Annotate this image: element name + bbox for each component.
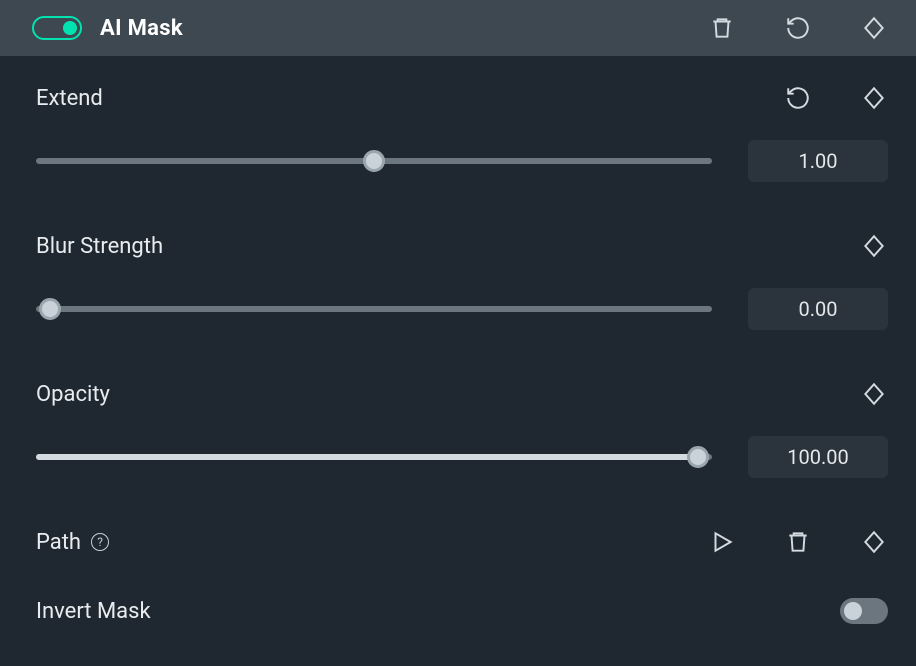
blur-slider-thumb[interactable]	[39, 298, 61, 320]
opacity-slider[interactable]	[36, 454, 712, 460]
blur-control: Blur Strength 0.00	[36, 232, 888, 330]
opacity-value[interactable]: 100.00	[748, 436, 888, 478]
panel-title: AI Mask	[100, 16, 183, 41]
extend-value[interactable]: 1.00	[748, 140, 888, 182]
keyframe-icon[interactable]	[860, 14, 888, 42]
opacity-slider-thumb[interactable]	[687, 446, 709, 468]
reset-icon[interactable]	[784, 14, 812, 42]
invert-toggle-knob	[844, 602, 862, 620]
opacity-keyframe-icon[interactable]	[860, 380, 888, 408]
blur-keyframe-icon[interactable]	[860, 232, 888, 260]
path-play-icon[interactable]	[708, 528, 736, 556]
extend-slider-thumb[interactable]	[363, 150, 385, 172]
opacity-label: Opacity	[36, 382, 110, 407]
toggle-knob	[63, 21, 77, 35]
panel-body: Extend 1.00 Blur Strength	[0, 56, 916, 624]
extend-slider[interactable]	[36, 158, 712, 164]
extend-control: Extend 1.00	[36, 84, 888, 182]
invert-label: Invert Mask	[36, 599, 151, 624]
extend-keyframe-icon[interactable]	[860, 84, 888, 112]
blur-label: Blur Strength	[36, 234, 163, 259]
path-label-wrap: Path ?	[36, 530, 109, 555]
opacity-control: Opacity 100.00	[36, 380, 888, 478]
path-help-icon[interactable]: ?	[91, 533, 109, 551]
extend-reset-icon[interactable]	[784, 84, 812, 112]
header-actions	[708, 14, 888, 42]
panel-header: AI Mask	[0, 0, 916, 56]
path-keyframe-icon[interactable]	[860, 528, 888, 556]
blur-slider[interactable]	[36, 306, 712, 312]
invert-toggle[interactable]	[840, 598, 888, 624]
extend-label: Extend	[36, 86, 103, 111]
delete-icon[interactable]	[708, 14, 736, 42]
blur-value[interactable]: 0.00	[748, 288, 888, 330]
path-control: Path ?	[36, 528, 888, 556]
opacity-slider-fill	[36, 454, 698, 460]
invert-row: Invert Mask	[36, 598, 888, 624]
ai-mask-toggle[interactable]	[32, 16, 82, 40]
path-delete-icon[interactable]	[784, 528, 812, 556]
path-label: Path	[36, 530, 81, 555]
